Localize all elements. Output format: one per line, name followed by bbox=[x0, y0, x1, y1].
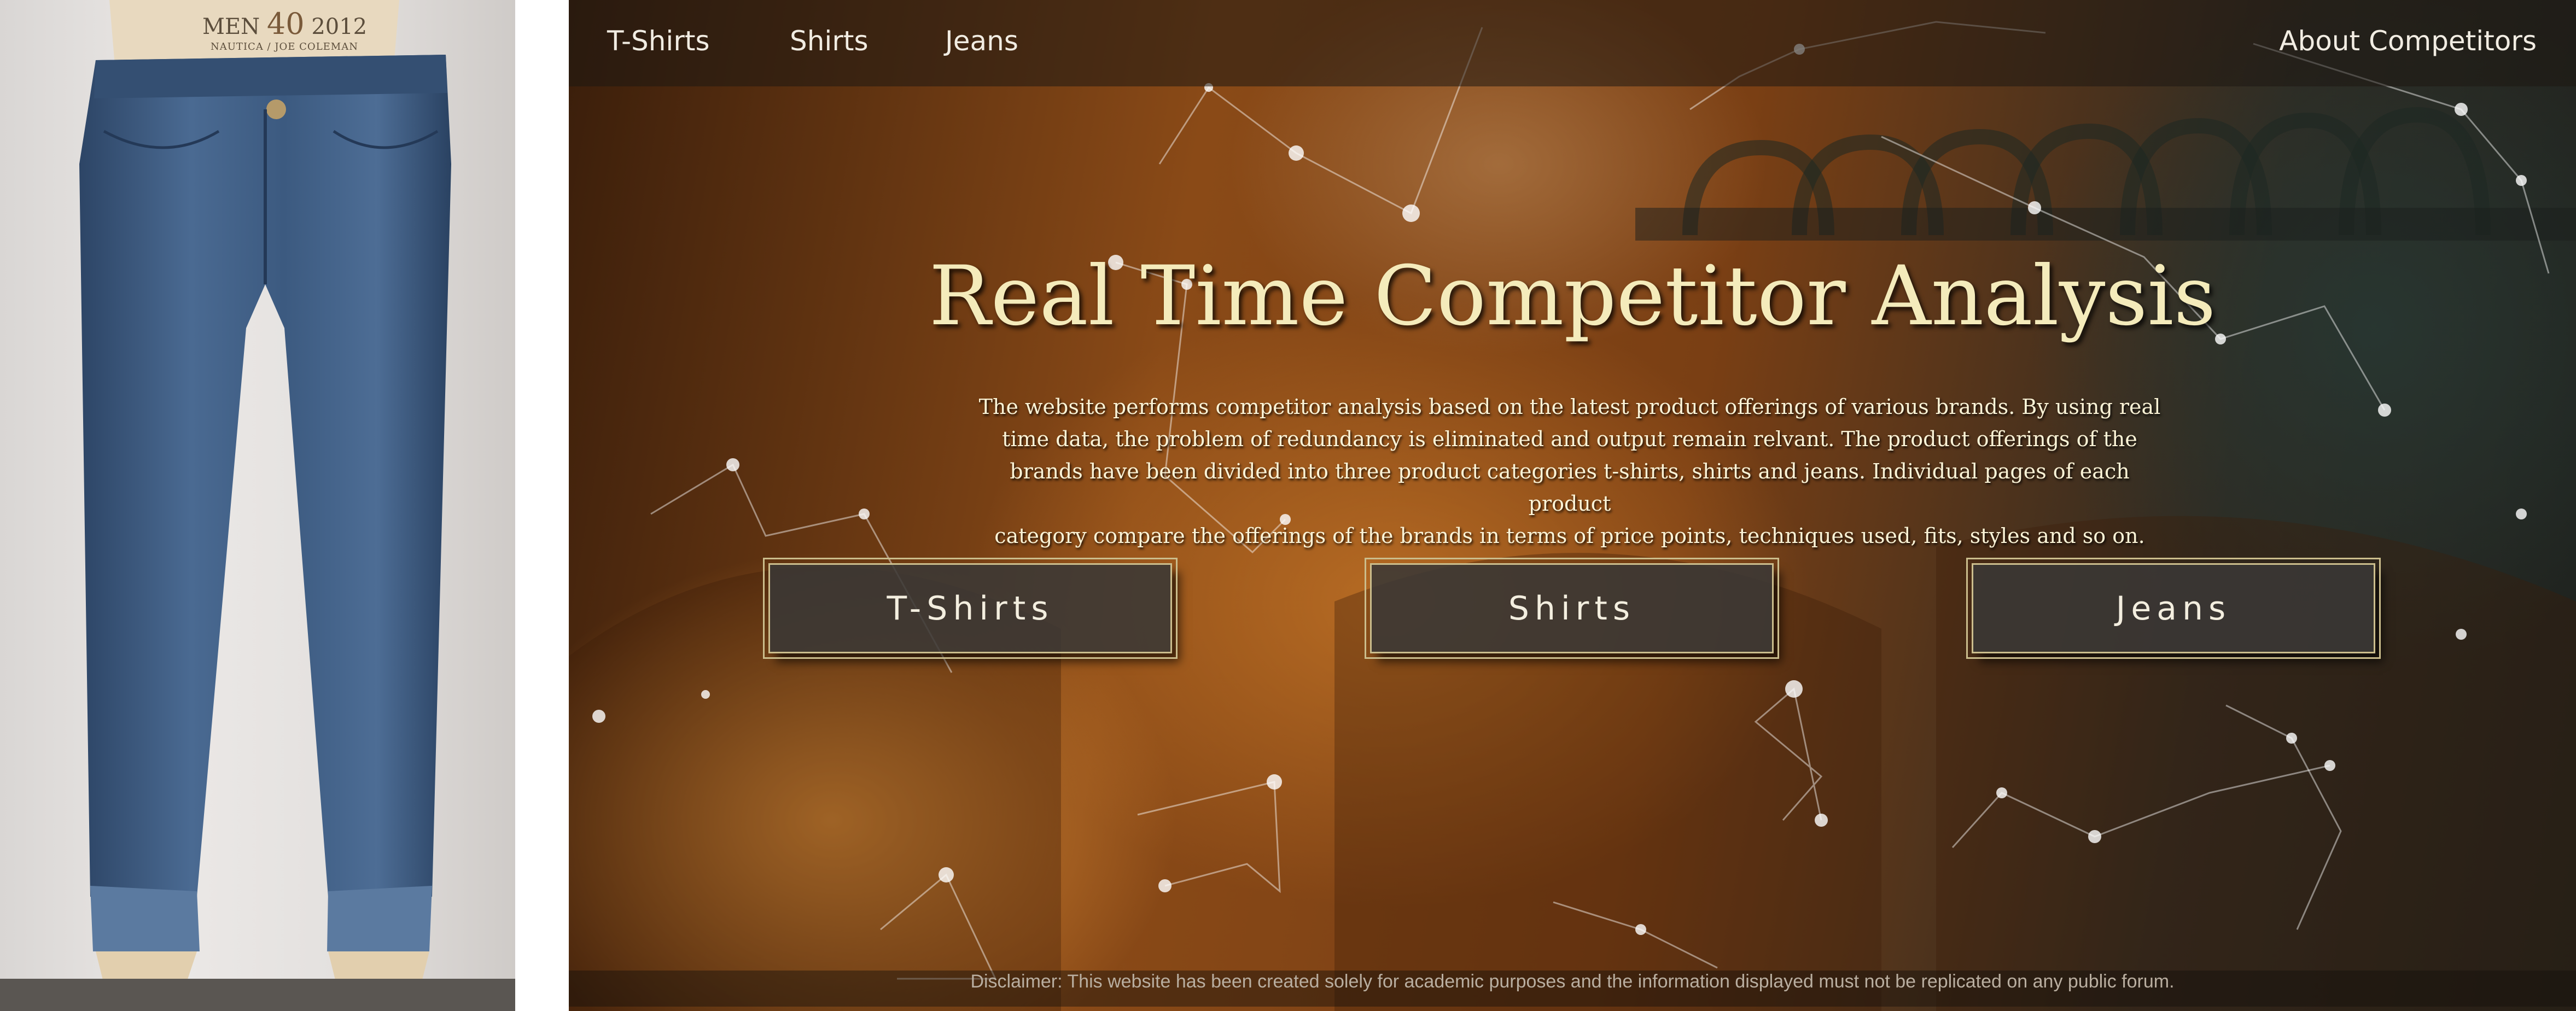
description-line: category compare the offerings of the br… bbox=[994, 524, 2145, 548]
size-tag: MEN 40 2012 NAUTICA / JOE COLEMAN bbox=[202, 7, 368, 52]
shirts-button-label: Shirts bbox=[1508, 589, 1636, 628]
nav-link-tshirts[interactable]: T-Shirts bbox=[607, 25, 710, 57]
jeans-illustration bbox=[0, 0, 515, 1011]
product-image-jeans: MEN 40 2012 NAUTICA / JOE COLEMAN bbox=[0, 0, 515, 1011]
jeans-button-label: Jeans bbox=[2115, 589, 2231, 628]
page-title: Real Time Competitor Analysis bbox=[929, 249, 2216, 344]
tshirts-button-label: T-Shirts bbox=[887, 589, 1054, 628]
shirts-button[interactable]: Shirts bbox=[1365, 558, 1779, 659]
nav-link-shirts[interactable]: Shirts bbox=[790, 25, 869, 57]
nav-link-about-competitors[interactable]: About Competitors bbox=[2279, 25, 2537, 57]
description-line: time data, the problem of redundancy is … bbox=[1002, 427, 2137, 451]
disclaimer-text: Disclaimer: This website has been create… bbox=[970, 971, 2175, 992]
nav-link-jeans[interactable]: Jeans bbox=[945, 25, 1018, 57]
tag-brand: NAUTICA / JOE COLEMAN bbox=[211, 41, 358, 52]
jeans-button[interactable]: Jeans bbox=[1966, 558, 2381, 659]
description-line: brands have been divided into three prod… bbox=[1010, 459, 2130, 516]
tshirts-button[interactable]: T-Shirts bbox=[763, 558, 1178, 659]
tag-gender: MEN bbox=[202, 14, 260, 39]
tag-size: 40 bbox=[266, 7, 305, 41]
tag-year: 2012 bbox=[311, 14, 368, 39]
top-navigation-bar bbox=[569, 0, 2576, 86]
description-line: The website performs competitor analysis… bbox=[978, 395, 2161, 419]
hero-description: The website performs competitor analysis… bbox=[968, 391, 2171, 552]
hero-section: T-Shirts Shirts Jeans About Competitors … bbox=[569, 0, 2576, 1011]
